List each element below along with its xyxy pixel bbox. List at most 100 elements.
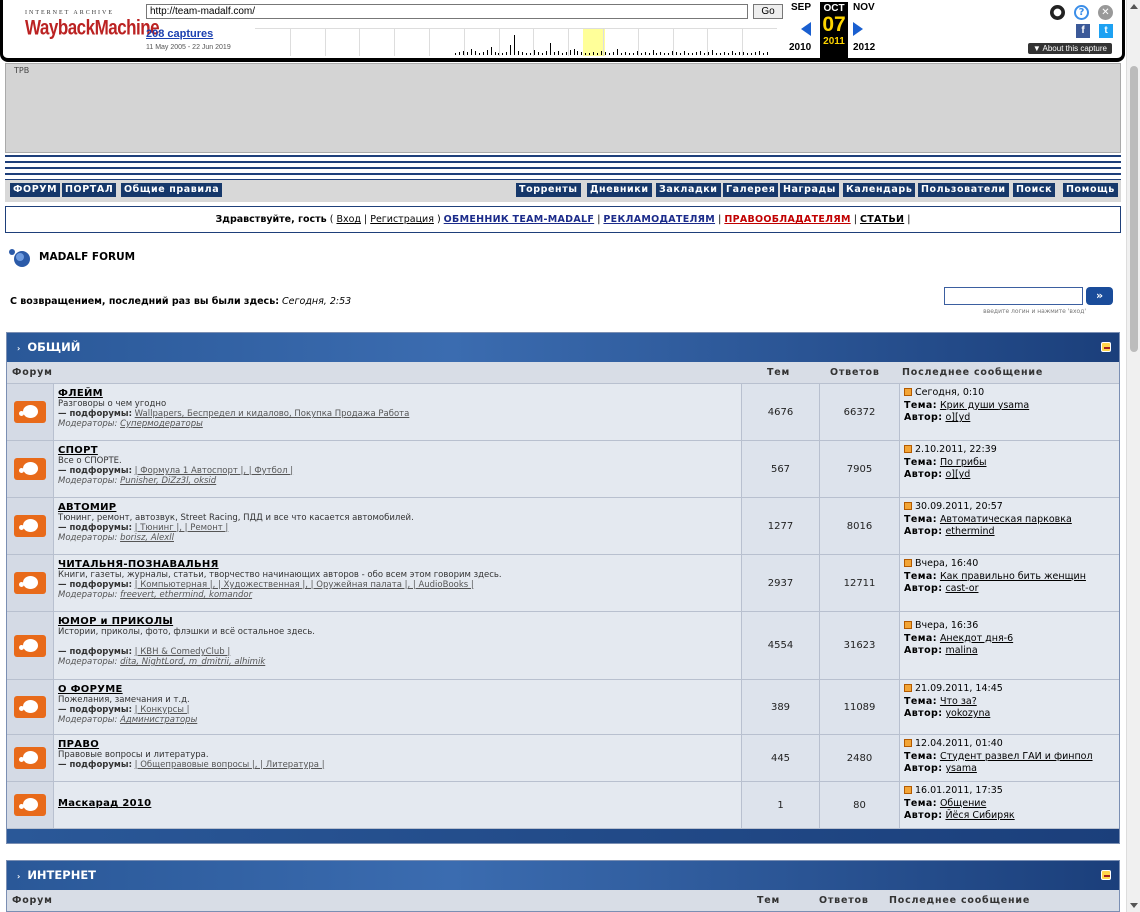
- close-icon[interactable]: ✕: [1098, 5, 1113, 20]
- forum-title[interactable]: MADALF FORUM: [39, 251, 135, 263]
- forum-name-link[interactable]: ЧИТАЛЬНЯ-ПОЗНАВАЛЬНЯ: [58, 559, 738, 570]
- moderator-links[interactable]: Punisher, DiZz3l, oksid: [120, 476, 216, 486]
- last-post-icon[interactable]: [904, 445, 912, 453]
- quick-login-input[interactable]: [944, 287, 1083, 305]
- prev-month-link[interactable]: SEP: [791, 2, 811, 13]
- help-icon[interactable]: ?: [1074, 5, 1089, 20]
- scroll-down-icon[interactable]: [1130, 903, 1138, 908]
- copyright-holders-link[interactable]: ПРАВООБЛАДАТЕЛЯМ: [724, 214, 850, 225]
- nav-search[interactable]: Поиск: [1013, 183, 1056, 197]
- subforum-links[interactable]: Wallpapers, Беспредел и кидалово, Покупк…: [135, 409, 410, 419]
- subforum-links[interactable]: | Компьютерная |, | Художественная |, | …: [135, 580, 474, 590]
- facebook-icon[interactable]: f: [1076, 24, 1090, 38]
- sparkline-bar: [487, 50, 488, 55]
- nav-bookmarks[interactable]: Закладки: [656, 183, 721, 197]
- last-post-date: 30.09.2011, 20:57: [915, 501, 1003, 512]
- page-scrollbar[interactable]: [1126, 0, 1140, 912]
- scrollbar-thumb[interactable]: [1130, 66, 1138, 352]
- forum-name-link[interactable]: СПОРТ: [58, 445, 738, 456]
- wayback-sparkline[interactable]: [255, 28, 777, 56]
- next-month-link[interactable]: NOV: [853, 2, 875, 13]
- last-post-icon[interactable]: [904, 621, 912, 629]
- last-post-topic-link[interactable]: По грибы: [940, 457, 987, 468]
- collapse-icon[interactable]: [1101, 342, 1111, 352]
- forum-name-link[interactable]: О ФОРУМЕ: [58, 684, 738, 695]
- next-capture-arrow-icon[interactable]: [853, 22, 863, 36]
- last-post-author-link[interactable]: o][yd: [945, 469, 970, 480]
- last-post-icon[interactable]: [904, 786, 912, 794]
- last-post-icon[interactable]: [904, 684, 912, 692]
- current-day: 07: [822, 13, 846, 36]
- forum-name-link[interactable]: ПРАВО: [58, 739, 738, 750]
- last-post-author-link[interactable]: malina: [945, 645, 977, 656]
- nav-forum[interactable]: ФОРУМ: [10, 183, 61, 197]
- last-post-topic-link[interactable]: Автоматическая парковка: [940, 514, 1072, 525]
- wayback-url-input[interactable]: [146, 4, 748, 19]
- forum-status-icon: [7, 441, 54, 497]
- subforum-links[interactable]: | КВН & ComedyClub |: [135, 647, 231, 657]
- scroll-up-icon[interactable]: [1130, 4, 1138, 9]
- last-post-topic-link[interactable]: Как правильно бить женщин: [940, 571, 1086, 582]
- wayback-go-button[interactable]: Go: [753, 4, 783, 19]
- last-post-topic-link[interactable]: Общение: [940, 798, 986, 809]
- moderator-links[interactable]: freevert, ethermind, komandor: [120, 590, 252, 600]
- nav-torrents[interactable]: Торренты: [516, 183, 581, 197]
- subforum-links[interactable]: | Формула 1 Автоспорт |, | Футбол |: [135, 466, 293, 476]
- prev-year-link[interactable]: 2010: [789, 42, 811, 53]
- moderator-links[interactable]: Администраторы: [120, 715, 197, 725]
- last-post-icon[interactable]: [904, 388, 912, 396]
- last-post-icon[interactable]: [904, 502, 912, 510]
- nav-calendar[interactable]: Календарь: [843, 183, 916, 197]
- wayback-logo[interactable]: WaybackMachine: [25, 16, 160, 41]
- user-icon[interactable]: ●: [1050, 5, 1065, 20]
- last-post-icon[interactable]: [904, 739, 912, 747]
- last-post-topic-link[interactable]: Студент развел ГАИ и финпол: [940, 751, 1093, 762]
- last-post-author-link[interactable]: cast-or: [945, 583, 978, 594]
- nav-diaries[interactable]: Дневники: [587, 183, 652, 197]
- category-header[interactable]: › ИНТЕРНЕТ: [7, 861, 1119, 890]
- nav-awards[interactable]: Награды: [780, 183, 839, 197]
- last-post-author-link[interactable]: o][yd: [945, 412, 970, 423]
- next-year-link[interactable]: 2012: [853, 42, 875, 53]
- topics-count: 567: [741, 441, 819, 497]
- quick-login-button[interactable]: »: [1086, 287, 1113, 305]
- advertisers-link[interactable]: РЕКЛАМОДАТЕЛЯМ: [603, 214, 715, 225]
- subforum-links[interactable]: | Тюнинг |, | Ремонт |: [135, 523, 229, 533]
- category-internet: › ИНТЕРНЕТ Форум Тем Ответов Последнее с…: [6, 860, 1120, 912]
- moderator-links[interactable]: dita, NightLord, m_dmitrii, alhimik: [120, 657, 265, 667]
- forum-name-link[interactable]: Маскарад 2010: [58, 798, 738, 809]
- sparkline-bar: [637, 51, 638, 55]
- last-post-author-link[interactable]: yokozyna: [945, 708, 990, 719]
- articles-link[interactable]: СТАТЬИ: [860, 214, 904, 225]
- nav-gallery[interactable]: Галерея: [723, 183, 779, 197]
- forum-name-link[interactable]: ФЛЕЙМ: [58, 388, 738, 399]
- nav-users[interactable]: Пользователи: [918, 183, 1009, 197]
- moderator-links[interactable]: borisz, Alexll: [120, 533, 174, 543]
- subforum-links[interactable]: | Общеправовые вопросы |, | Литература |: [135, 760, 325, 770]
- nav-portal[interactable]: ПОРТАЛ: [62, 183, 117, 197]
- login-link[interactable]: Вход: [336, 214, 361, 225]
- prev-capture-arrow-icon[interactable]: [801, 22, 811, 36]
- nav-help[interactable]: Помощь: [1063, 183, 1118, 197]
- forum-name-link[interactable]: ЮМОР и ПРИКОЛЫ: [58, 616, 738, 627]
- exchange-link[interactable]: ОБМЕННИК TEAM-MADALF: [444, 214, 595, 225]
- collapse-icon[interactable]: [1101, 870, 1111, 880]
- wayback-captures-link[interactable]: 208 captures: [146, 28, 213, 40]
- register-link[interactable]: Регистрация: [370, 214, 434, 225]
- last-post-author-link[interactable]: Йёся Сибиряк: [945, 810, 1014, 821]
- forum-name-link[interactable]: АВТОМИР: [58, 502, 738, 513]
- last-post-topic-link[interactable]: Анекдот дня-6: [940, 633, 1013, 644]
- subforum-links[interactable]: | Конкурсы |: [135, 705, 190, 715]
- category-header[interactable]: › ОБЩИЙ: [7, 333, 1119, 362]
- last-post-icon[interactable]: [904, 559, 912, 567]
- twitter-icon[interactable]: t: [1099, 24, 1113, 38]
- about-capture-link[interactable]: ▼ About this capture: [1027, 43, 1112, 54]
- last-post-topic-link[interactable]: Что за?: [940, 696, 977, 707]
- moderator-links[interactable]: Супермодераторы: [120, 419, 203, 429]
- nav-rules[interactable]: Общие правила: [121, 183, 223, 197]
- last-post-topic-link[interactable]: Крик души ysama: [940, 400, 1029, 411]
- last-post-author-link[interactable]: ethermind: [945, 526, 994, 537]
- last-post-author-link[interactable]: ysama: [945, 763, 976, 774]
- sparkline-bar: [577, 51, 578, 55]
- replies-count: 12711: [819, 555, 899, 611]
